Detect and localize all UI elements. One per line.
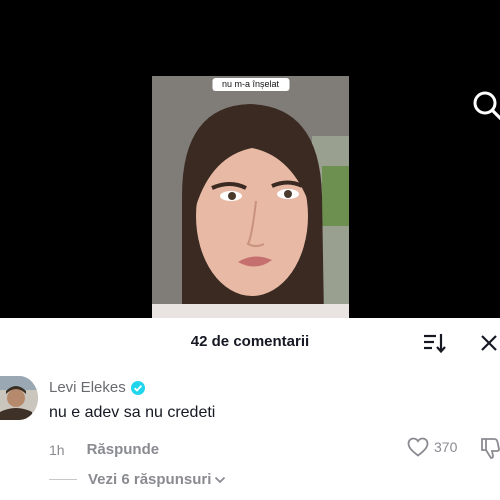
- thumbs-down-icon: [481, 438, 500, 459]
- video-caption: nu m-a înșelat: [211, 78, 290, 91]
- search-button[interactable]: [470, 88, 500, 122]
- search-icon: [473, 91, 500, 121]
- reply-button[interactable]: Răspunde: [87, 441, 160, 458]
- replies-divider: [49, 479, 77, 480]
- verified-badge-icon: [130, 380, 145, 395]
- close-comments-button[interactable]: [478, 331, 500, 355]
- view-replies-button[interactable]: Vezi 6 răspunsuri: [88, 471, 226, 488]
- avatar-image: [0, 376, 38, 420]
- comment-timestamp: 1h: [49, 441, 65, 458]
- comment-author-name[interactable]: Levi Elekes: [49, 379, 126, 396]
- chevron-down-icon: [215, 476, 226, 483]
- comments-sheet: 42 de comentarii Levi Elekes nu e adev s…: [0, 318, 500, 500]
- like-button[interactable]: 370: [407, 437, 457, 457]
- like-count: 370: [434, 439, 458, 455]
- sort-comments-button[interactable]: [423, 331, 447, 355]
- video-area: nu m-a înșelat: [0, 0, 500, 318]
- comment-author-row: Levi Elekes: [49, 379, 145, 396]
- sort-icon: [424, 334, 446, 354]
- dislike-button[interactable]: [480, 437, 500, 459]
- commenter-avatar[interactable]: [0, 376, 38, 420]
- comment-text: nu e adev sa nu credeti: [49, 404, 216, 421]
- comment-meta-row: 1h Răspunde: [49, 441, 159, 458]
- video-face-image: [152, 76, 349, 318]
- close-icon: [481, 335, 497, 351]
- video-player[interactable]: nu m-a înșelat: [152, 76, 349, 318]
- view-replies-label: Vezi 6 răspunsuri: [88, 471, 212, 488]
- heart-outline-icon: [407, 437, 429, 457]
